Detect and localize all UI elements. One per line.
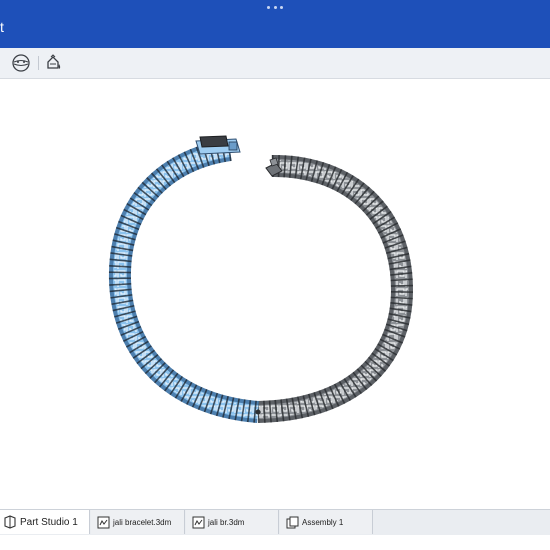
tab-assembly-1[interactable]: Assembly 1 — [280, 510, 373, 534]
tab-label: Assembly 1 — [302, 517, 344, 527]
imported-part-icon — [192, 516, 205, 528]
view-orientation-icon[interactable] — [11, 53, 31, 73]
toolbar — [0, 48, 550, 79]
part-studio-icon — [4, 515, 16, 529]
bracelet-clasp-box[interactable] — [195, 135, 241, 155]
toolbar-divider — [38, 56, 39, 70]
tab-part-studio-1[interactable]: Part Studio 1 — [0, 510, 90, 534]
app-header: t — [0, 0, 550, 48]
3d-viewport[interactable] — [0, 79, 550, 509]
tab-label: Part Studio 1 — [20, 516, 78, 528]
assembly-icon — [286, 516, 299, 528]
tab-jali-bracelet-3dm[interactable]: jali bracelet.3dm — [91, 510, 185, 534]
bracelet-model[interactable] — [0, 79, 550, 509]
band-seam-marker — [255, 409, 261, 415]
window-drag-handle[interactable] — [267, 6, 283, 10]
tab-bar: Part Studio 1 jali bracelet.3dm jali br.… — [0, 509, 550, 535]
bracelet-band-selected[interactable] — [108, 139, 260, 423]
bracelet-band-grey[interactable] — [257, 154, 414, 423]
appearance-paint-icon[interactable] — [44, 53, 64, 73]
document-title[interactable]: t — [0, 20, 4, 34]
bottom-margin — [0, 535, 550, 550]
tab-label: jali br.3dm — [208, 517, 245, 527]
tab-label: jali bracelet.3dm — [113, 517, 172, 527]
imported-part-icon — [97, 516, 110, 528]
tab-jali-br-3dm[interactable]: jali br.3dm — [186, 510, 279, 534]
